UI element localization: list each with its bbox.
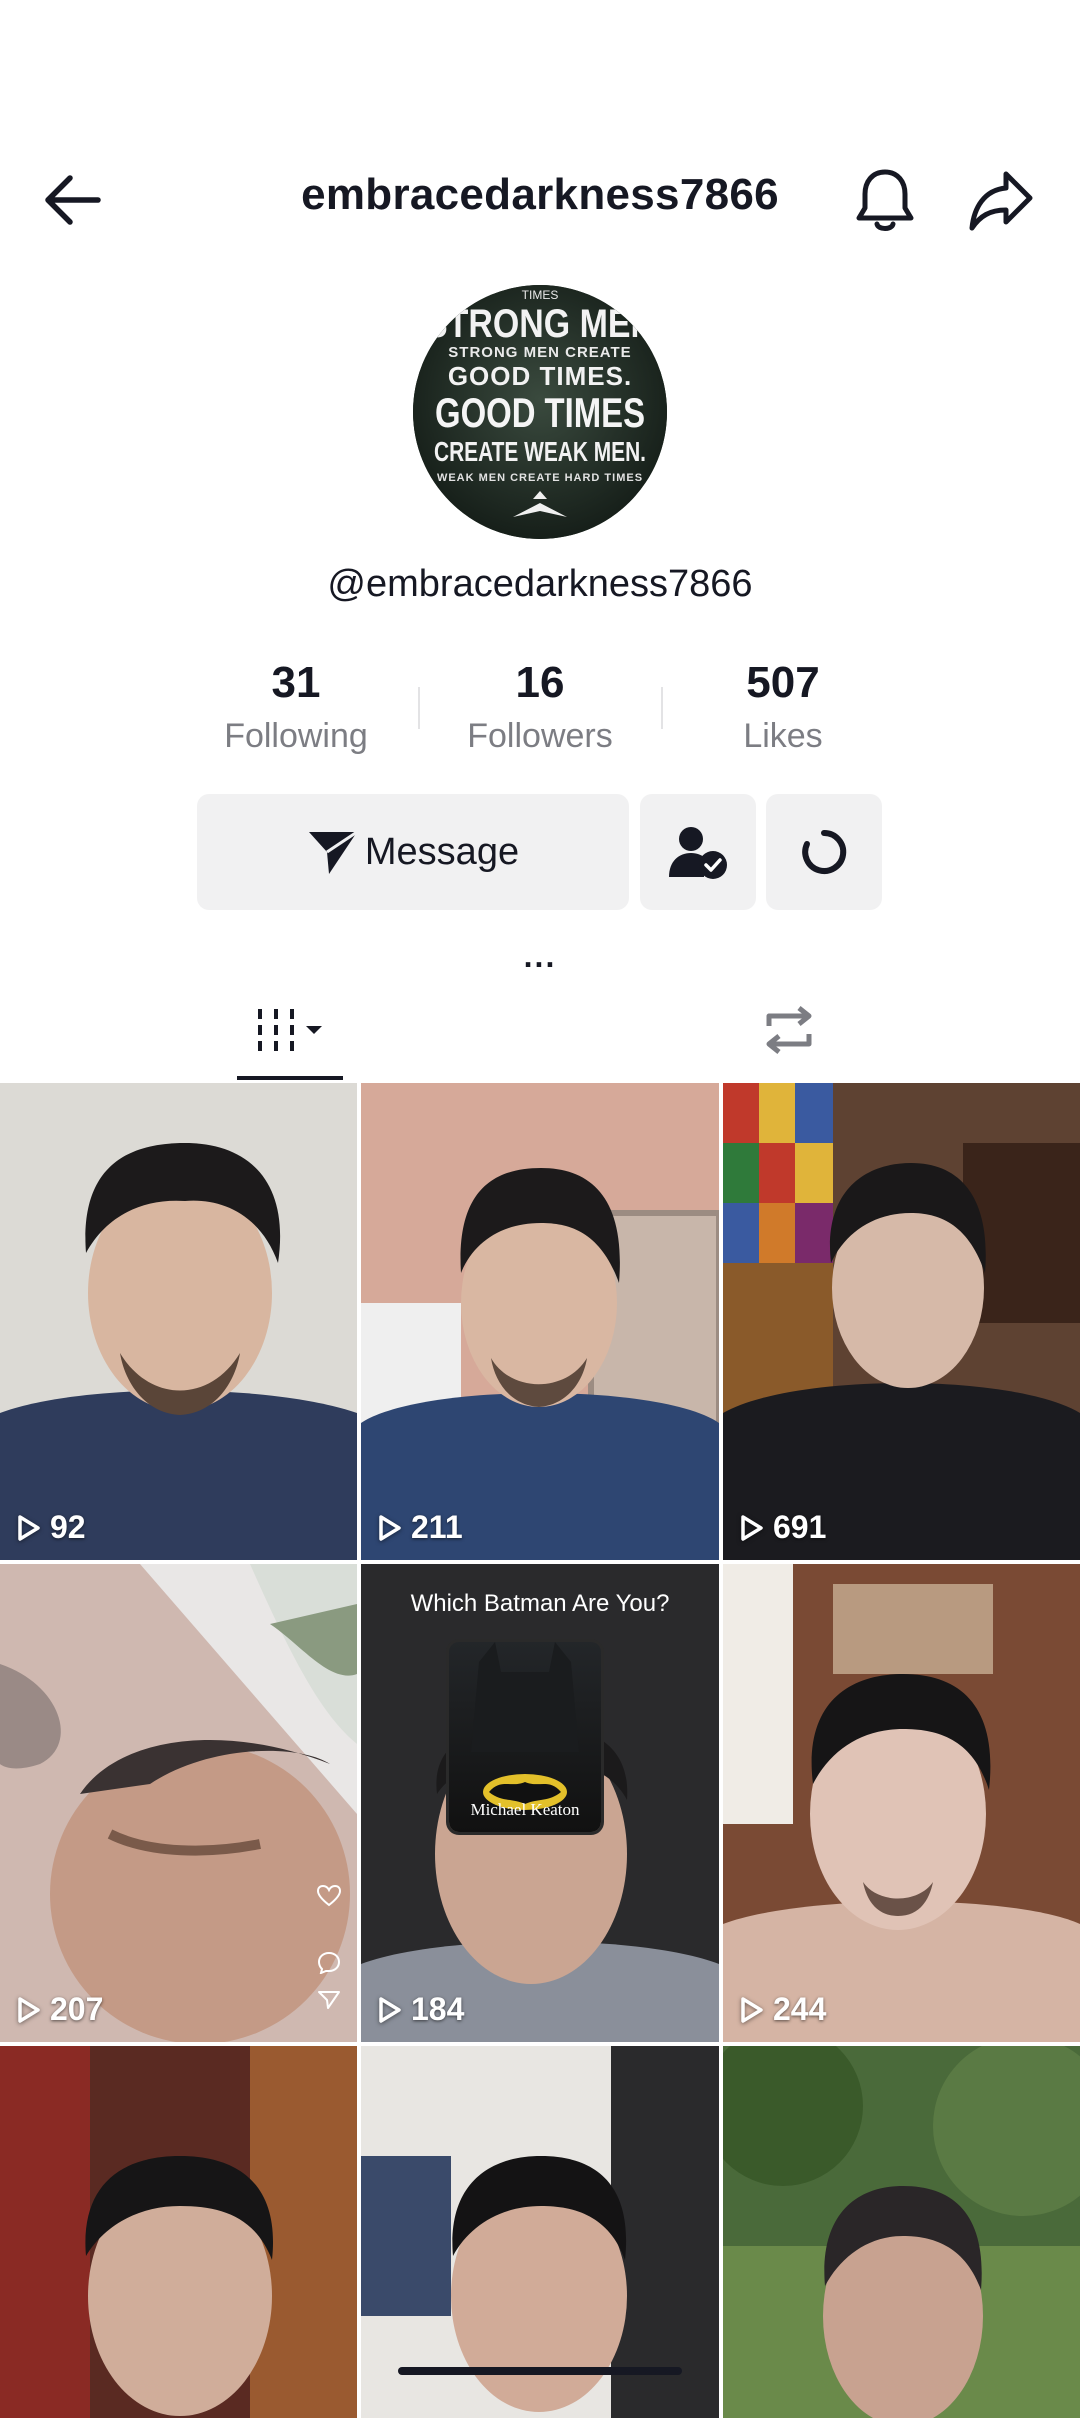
following-status-button[interactable]: [640, 794, 756, 910]
tab-reposts[interactable]: [736, 980, 842, 1080]
stat-following[interactable]: 31 Following: [196, 655, 396, 759]
share-button[interactable]: [966, 168, 1036, 234]
tab-videos[interactable]: [237, 980, 343, 1080]
user-check-icon: [669, 827, 727, 879]
view-count-value: 92: [50, 1509, 86, 1545]
repost-icon: [766, 1006, 812, 1054]
avatar-line-5: CREATE WEAK MEN.: [434, 436, 646, 467]
followers-count: 16: [515, 658, 565, 707]
bell-icon: [856, 169, 914, 231]
following-count: 31: [271, 658, 321, 707]
profile-actions: Message: [0, 794, 1080, 910]
video-tile[interactable]: 244: [723, 1564, 1080, 2042]
notifications-button[interactable]: [852, 166, 918, 236]
profile-title: embracedarkness7866: [301, 170, 779, 219]
play-icon: [18, 1996, 40, 2023]
video-tile[interactable]: [723, 2046, 1080, 2418]
videos-grid-icon: [258, 1009, 322, 1051]
effect-card-label: Michael Keaton: [470, 1800, 580, 1819]
message-button[interactable]: Message: [197, 794, 629, 910]
play-icon: [741, 1514, 763, 1541]
video-tile[interactable]: [0, 2046, 357, 2418]
comment-icon: [317, 1951, 341, 1974]
paper-plane-icon: [308, 830, 358, 874]
stat-divider: [661, 687, 663, 729]
stat-followers[interactable]: 16 Followers: [440, 655, 640, 759]
avatar[interactable]: TIMES STRONG MEN STRONG MEN CREATE GOOD …: [413, 285, 667, 539]
video-tile[interactable]: 211: [361, 1083, 719, 1560]
view-count: 244: [739, 1991, 826, 2028]
view-count-value: 691: [773, 1509, 827, 1545]
svg-text:TIMES: TIMES: [522, 288, 559, 302]
view-count-value: 207: [50, 1991, 104, 2027]
avatar-line-4: GOOD TIMES: [435, 389, 645, 436]
stat-divider: [418, 687, 420, 729]
active-tab-indicator: [237, 1076, 343, 1080]
loading-spinner-icon: [802, 829, 847, 874]
video-tile[interactable]: 92: [0, 1083, 357, 1560]
avatar-line-2: STRONG MEN CREATE: [448, 344, 631, 361]
view-count-value: 184: [411, 1991, 465, 2027]
avatar-line-1: STRONG MEN: [425, 302, 655, 346]
likes-count: 507: [746, 658, 820, 707]
suggested-accounts-button[interactable]: [766, 794, 882, 910]
view-count: 211: [377, 1509, 463, 1546]
video-tile[interactable]: 691: [723, 1083, 1080, 1560]
play-icon: [18, 1514, 40, 1541]
top-bar: embracedarkness7866: [0, 150, 1080, 250]
effect-card: Michael Keaton: [449, 1642, 601, 1832]
bio-more[interactable]: ...: [0, 938, 1080, 975]
home-indicator[interactable]: [398, 2367, 682, 2375]
following-label: Following: [224, 717, 368, 755]
followers-label: Followers: [467, 717, 613, 755]
play-icon: [741, 1996, 763, 2023]
play-icon: [379, 1514, 401, 1541]
video-tile[interactable]: [361, 2046, 719, 2418]
username-handle: @embracedarkness7866: [327, 563, 753, 605]
message-label: Message: [364, 830, 520, 873]
heart-icon: [316, 1884, 342, 1907]
avatar-line-3: GOOD TIMES.: [448, 361, 632, 391]
view-count: 691: [739, 1509, 826, 1546]
share-arrow-icon: [969, 171, 1033, 231]
view-count: 207: [16, 1991, 103, 2028]
share-small-icon: [318, 1991, 340, 2009]
view-count-value: 244: [773, 1991, 827, 2027]
avatar-line-6: WEAK MEN CREATE HARD TIMES: [437, 472, 643, 484]
content-tabs: [0, 980, 1080, 1080]
profile-stats: 31 Following 16 Followers 507 Likes: [0, 655, 1080, 765]
stat-likes: 507 Likes: [683, 655, 883, 759]
view-count: 92: [16, 1509, 86, 1546]
effect-title: Which Batman Are You?: [410, 1590, 670, 1617]
video-tile[interactable]: 207: [0, 1564, 357, 2042]
view-count: 184: [377, 1991, 464, 2028]
view-count-value: 211: [411, 1509, 463, 1545]
play-icon: [379, 1996, 401, 2023]
video-tile[interactable]: Which Batman Are You? Michael Keaton 184: [361, 1564, 719, 2042]
likes-label: Likes: [743, 717, 823, 755]
